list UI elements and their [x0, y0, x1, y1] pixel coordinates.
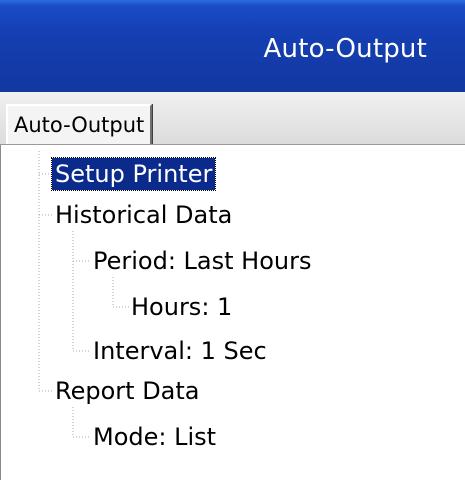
title-bar: Auto-Output [0, 0, 465, 92]
tree-node-hours[interactable]: Hours: 1 [128, 291, 235, 323]
tab-strip: Auto-Output [0, 92, 465, 145]
tree-node-historical-data[interactable]: Historical Data [52, 199, 235, 231]
tree-node-mode[interactable]: Mode: List [90, 421, 219, 453]
settings-tree-panel: Setup Printer Historical Data Period: La… [0, 145, 465, 480]
settings-tree: Setup Printer Historical Data Period: La… [1, 145, 465, 480]
tab-auto-output[interactable]: Auto-Output [6, 104, 153, 144]
tree-node-report-data[interactable]: Report Data [52, 375, 203, 407]
window-title: Auto-Output [263, 34, 427, 64]
tree-node-period[interactable]: Period: Last Hours [90, 245, 314, 277]
tree-node-setup-printer[interactable]: Setup Printer [50, 157, 217, 191]
auto-output-window: Auto-Output Auto-Output Setup Printer Hi… [0, 0, 465, 480]
tree-node-interval[interactable]: Interval: 1 Sec [90, 335, 270, 367]
